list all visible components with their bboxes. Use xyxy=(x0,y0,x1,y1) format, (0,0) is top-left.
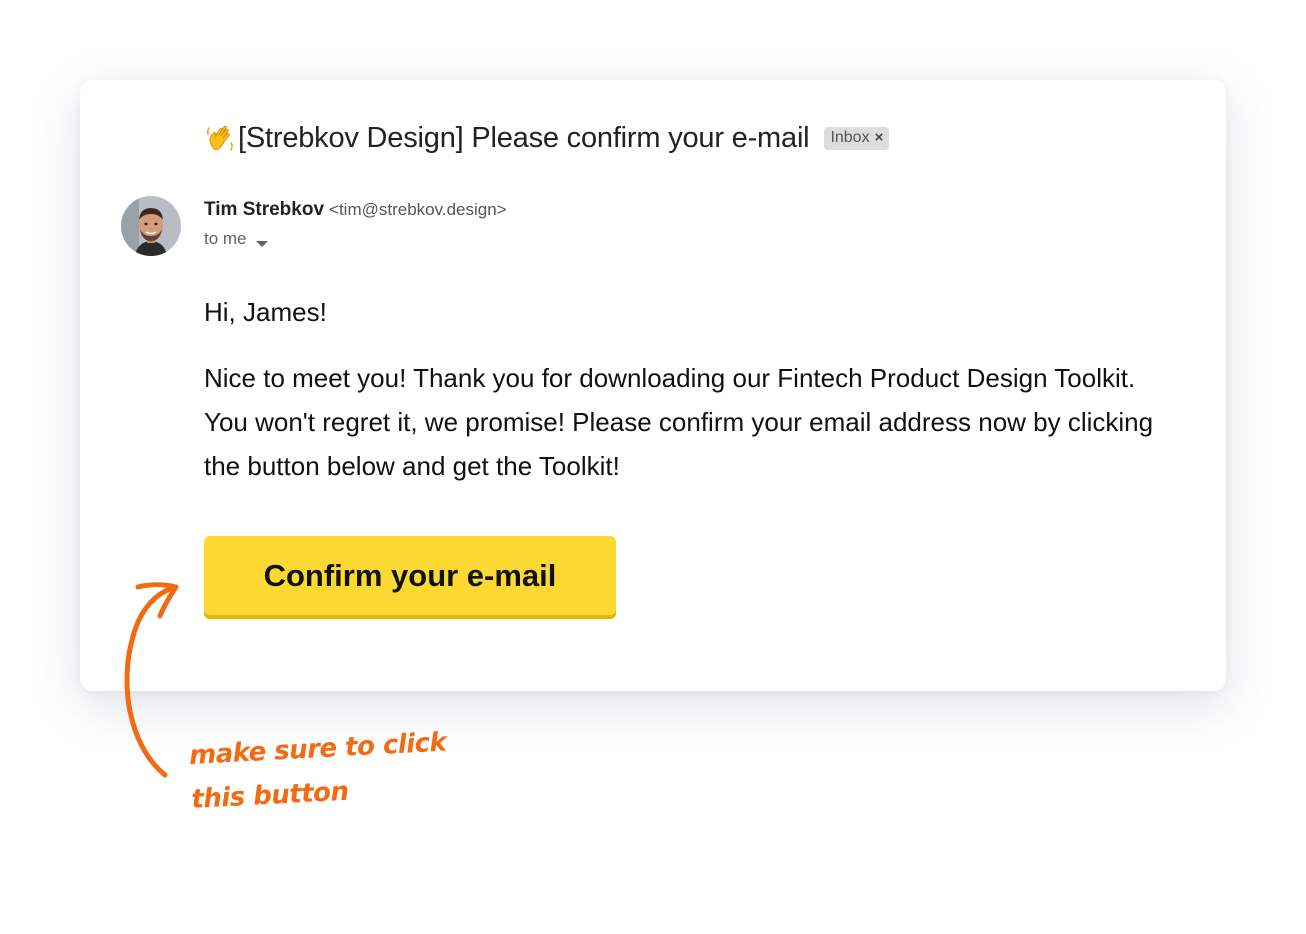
recipient-label: to me xyxy=(204,229,247,248)
sender-row: Tim Strebkov <tim@strebkov.design> xyxy=(204,199,507,221)
email-body: Nice to meet you! Thank you for download… xyxy=(204,363,1154,481)
inbox-label-text: Inbox xyxy=(830,128,870,146)
sender-email: <tim@strebkov.design> xyxy=(329,200,507,219)
close-icon[interactable]: × xyxy=(875,129,884,146)
email-greeting: Hi, James! xyxy=(204,297,327,327)
annotation-arrow-icon xyxy=(124,582,179,778)
recipient-details-toggle[interactable]: to me xyxy=(204,229,268,249)
dropdown-arrow-icon[interactable] xyxy=(255,235,268,247)
sender-name[interactable]: Tim Strebkov xyxy=(204,199,324,221)
annotation-note: make sure to click this button xyxy=(188,727,448,815)
waving-hand-icon xyxy=(204,122,236,154)
avatar[interactable] xyxy=(121,196,181,256)
confirm-email-button[interactable]: Confirm your e-mail xyxy=(204,536,616,619)
subject-row: [Strebkov Design] Please confirm your e-… xyxy=(204,120,890,156)
inbox-label[interactable]: Inbox × xyxy=(824,126,890,150)
email-subject: [Strebkov Design] Please confirm your e-… xyxy=(238,121,810,154)
email-card: [Strebkov Design] Please confirm your e-… xyxy=(80,80,1226,691)
